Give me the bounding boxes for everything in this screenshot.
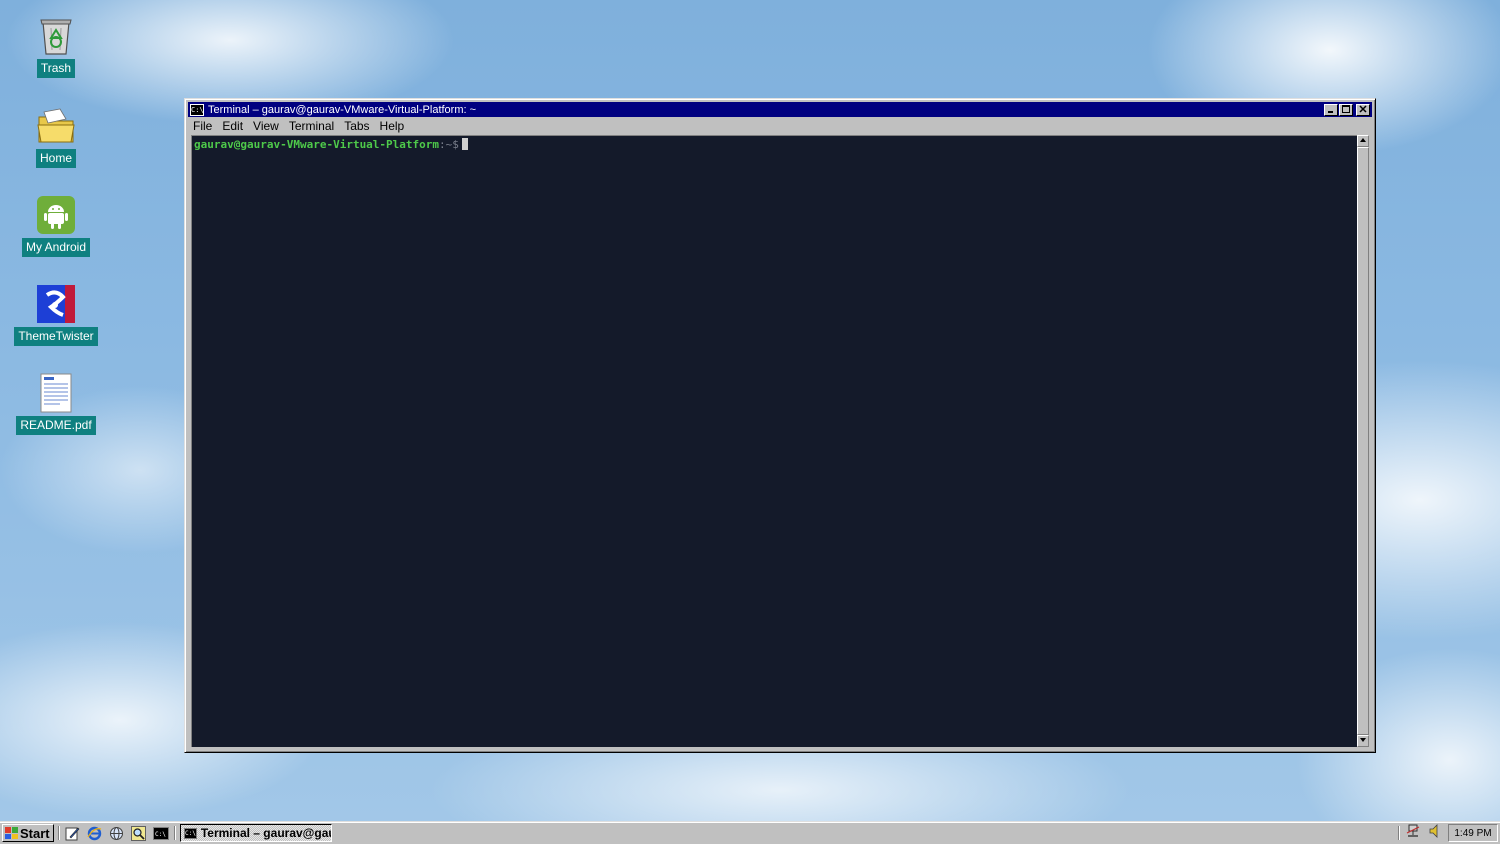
shell-prompt: gaurav@gaurav-VMware-Virtual-Platform:~$ bbox=[194, 138, 468, 152]
quicklaunch-editor[interactable] bbox=[64, 825, 81, 842]
taskbar: Start C:\ C:\ Terminal – gaurav@gau... 1… bbox=[0, 821, 1500, 844]
network-icon bbox=[1406, 824, 1420, 837]
volume-tray-icon[interactable] bbox=[1428, 823, 1442, 843]
start-button[interactable]: Start bbox=[2, 824, 54, 842]
terminal-window[interactable]: C:\ Terminal – gaurav@gaurav-VMware-Virt… bbox=[184, 98, 1376, 753]
taskbar-separator bbox=[174, 826, 176, 840]
maximize-icon bbox=[1342, 104, 1350, 113]
terminal-icon: C:\ bbox=[184, 827, 197, 839]
scroll-thumb[interactable] bbox=[1357, 147, 1369, 735]
window-title: Terminal – gaurav@gaurav-VMware-Virtual-… bbox=[208, 103, 477, 116]
scroll-up-button[interactable] bbox=[1357, 135, 1369, 147]
minimize-button[interactable] bbox=[1324, 103, 1338, 116]
menu-file[interactable]: File bbox=[188, 119, 217, 133]
system-tray bbox=[1402, 823, 1446, 843]
android-icon bbox=[36, 195, 76, 235]
terminal-icon: C:\ bbox=[190, 103, 204, 116]
minimize-icon bbox=[1328, 110, 1333, 113]
search-icon bbox=[131, 826, 146, 841]
maximize-button[interactable] bbox=[1339, 103, 1353, 116]
menu-view[interactable]: View bbox=[248, 119, 284, 133]
taskbar-item-label: Terminal – gaurav@gau... bbox=[200, 826, 332, 840]
menu-terminal[interactable]: Terminal bbox=[284, 119, 339, 133]
desktop-icon-themetwister[interactable]: ThemeTwister bbox=[11, 284, 101, 346]
text-cursor bbox=[461, 138, 468, 150]
desktop-icon-label: My Android bbox=[21, 238, 91, 257]
windows-logo-icon bbox=[5, 827, 18, 839]
start-label: Start bbox=[20, 825, 50, 841]
arrow-down-icon bbox=[1360, 738, 1366, 742]
terminal-output[interactable]: gaurav@gaurav-VMware-Virtual-Platform:~$ bbox=[191, 135, 1357, 747]
network-tray-icon[interactable] bbox=[1406, 824, 1420, 843]
internet-explorer-icon bbox=[87, 826, 102, 841]
svg-text:C:\: C:\ bbox=[155, 831, 166, 838]
trash-icon bbox=[36, 16, 76, 56]
quicklaunch-browser[interactable] bbox=[86, 825, 103, 842]
folder-icon bbox=[36, 106, 76, 146]
text-editor-icon bbox=[65, 827, 80, 841]
globe-icon bbox=[110, 827, 123, 840]
arrow-up-icon bbox=[1360, 138, 1366, 142]
desktop-icon-label: README.pdf bbox=[16, 416, 96, 435]
vertical-scrollbar[interactable] bbox=[1357, 135, 1369, 747]
desktop-icon-label: Home bbox=[35, 149, 76, 168]
taskbar-separator bbox=[1398, 826, 1400, 840]
desktop-icon-readme[interactable]: README.pdf bbox=[11, 373, 101, 435]
scroll-down-button[interactable] bbox=[1357, 735, 1369, 747]
quicklaunch-search[interactable] bbox=[130, 825, 147, 842]
desktop-icon-label: Trash bbox=[36, 59, 76, 78]
volume-icon bbox=[1429, 823, 1438, 838]
clock[interactable]: 1:49 PM bbox=[1448, 824, 1498, 842]
themetwister-icon bbox=[36, 284, 76, 324]
desktop-icon-label: ThemeTwister bbox=[14, 327, 98, 346]
menu-tabs[interactable]: Tabs bbox=[339, 119, 374, 133]
close-icon bbox=[1359, 104, 1367, 113]
desktop-icon-home[interactable]: Home bbox=[11, 106, 101, 168]
title-bar[interactable]: C:\ Terminal – gaurav@gaurav-VMware-Virt… bbox=[188, 102, 1372, 117]
prompt-user: gaurav@gaurav-VMware-Virtual-Platform bbox=[194, 138, 440, 151]
quicklaunch-terminal[interactable]: C:\ bbox=[152, 825, 169, 842]
quicklaunch-network[interactable] bbox=[108, 825, 125, 842]
document-icon bbox=[36, 373, 76, 413]
taskbar-item-terminal[interactable]: C:\ Terminal – gaurav@gau... bbox=[180, 824, 332, 842]
menu-edit[interactable]: Edit bbox=[217, 119, 248, 133]
desktop-icon-my-android[interactable]: My Android bbox=[11, 195, 101, 257]
desktop-icon-trash[interactable]: Trash bbox=[11, 16, 101, 78]
taskbar-separator bbox=[58, 826, 60, 840]
close-button[interactable] bbox=[1356, 103, 1370, 116]
prompt-path: :~$ bbox=[439, 138, 459, 151]
terminal-icon: C:\ bbox=[152, 827, 169, 840]
menu-help[interactable]: Help bbox=[375, 119, 410, 133]
menu-bar: File Edit View Terminal Tabs Help bbox=[188, 117, 1372, 134]
